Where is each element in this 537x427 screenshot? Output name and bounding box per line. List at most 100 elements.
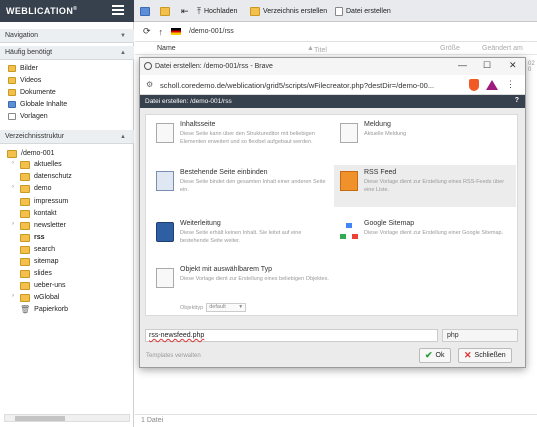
create-file-button[interactable]: Datei erstellen	[335, 4, 391, 18]
tree-item-newsletter[interactable]: newsletter	[20, 220, 66, 231]
upload-button[interactable]: ⤒ Hochladen	[197, 4, 237, 18]
tree-item-search[interactable]: search	[20, 244, 55, 255]
browser-menu-icon[interactable]: ⋮	[506, 79, 515, 90]
manage-templates-link[interactable]: Templates verwalten	[146, 353, 201, 359]
refresh-icon[interactable]: ⟳	[143, 26, 151, 37]
chevron-down-icon: ▼	[120, 33, 126, 39]
address-bar[interactable]: ⚙ scholl.coredemo.de/weblication/grid5/s…	[140, 75, 525, 95]
template-meldung[interactable]: Meldung Aktuelle Meldung	[336, 119, 516, 159]
site-settings-icon[interactable]: ⚙	[146, 80, 153, 89]
tree-item-slides[interactable]: slides	[20, 268, 52, 279]
folder-icon	[20, 221, 30, 230]
close-icon: ✕	[464, 350, 472, 360]
check-icon: ✔	[425, 350, 433, 360]
sidebar-item-dokumente[interactable]: Dokumente	[8, 87, 56, 97]
ok-button[interactable]: ✔ Ok	[419, 348, 451, 363]
tree-item-wglobal[interactable]: wGlobal	[20, 292, 59, 303]
column-changed[interactable]: Geändert am	[482, 45, 523, 52]
template-weiterleitung[interactable]: Weiterleitung Diese Seite erhält keinen …	[152, 218, 332, 258]
list-cell-date: 02 0	[528, 61, 535, 73]
folder-icon	[20, 184, 30, 193]
tree-section-header[interactable]: Verzeichnisstruktur ▲	[0, 130, 134, 144]
brave-rewards-icon[interactable]	[486, 80, 498, 90]
expand-icon[interactable]: ›	[12, 293, 14, 299]
expand-icon[interactable]: ›	[12, 221, 14, 227]
folder-edit-button[interactable]	[160, 4, 170, 18]
folder-edit-icon	[160, 6, 170, 16]
objekttyp-select[interactable]: default ▼	[206, 303, 247, 312]
tree-item-rss[interactable]: rss	[20, 232, 45, 243]
column-name[interactable]: Name	[157, 45, 176, 52]
close-button[interactable]: ✕ Schließen	[458, 348, 512, 363]
template-google-sitemap[interactable]: Google Sitemap Diese Vorlage dient zur E…	[336, 218, 516, 258]
navigation-section-header[interactable]: Navigation ▼	[0, 29, 134, 43]
folder-icon	[20, 197, 30, 206]
tree-root[interactable]: /demo-001	[7, 148, 54, 159]
chevron-up-icon: ▲	[120, 134, 126, 140]
sidebar-item-globale-inhalte[interactable]: Globale Inhalte	[8, 99, 67, 109]
folder-settings-icon	[140, 6, 150, 16]
new-file-icon	[335, 6, 343, 16]
create-directory-button[interactable]: Verzeichnis erstellen	[250, 4, 327, 18]
expand-icon[interactable]: ›	[12, 160, 14, 166]
sidebar-item-bilder[interactable]: Bilder	[8, 63, 38, 73]
object-icon	[156, 268, 174, 288]
new-folder-icon	[250, 6, 260, 16]
tree-item-sitemap[interactable]: sitemap	[20, 256, 59, 267]
maximize-button[interactable]: ☐	[483, 60, 491, 71]
minimize-button[interactable]: —	[458, 60, 467, 70]
folder-settings-button[interactable]	[140, 4, 150, 18]
tree-item-demo[interactable]: demo	[20, 183, 52, 194]
sidebar-item-videos[interactable]: Videos	[8, 75, 41, 85]
template-list: Inhaltsseite Diese Seite kann über den S…	[145, 114, 518, 316]
folder-icon	[8, 76, 16, 84]
path-bar: ⟳ ↑ /demo-001/rss	[135, 22, 537, 42]
expand-icon[interactable]: ›	[12, 184, 14, 190]
sitemap-icon	[340, 222, 358, 242]
close-window-button[interactable]: ✕	[509, 60, 517, 71]
template-inhaltsseite[interactable]: Inhaltsseite Diese Seite kann über den S…	[152, 119, 332, 159]
sidebar-scrollbar[interactable]	[4, 414, 130, 422]
hamburger-menu-icon[interactable]	[112, 5, 124, 16]
globe-icon	[144, 62, 152, 70]
column-title[interactable]: ▲ Titel	[307, 45, 327, 54]
sidebar: Navigation ▼ Häufig benötigt ▲ Bilder Vide…	[0, 22, 134, 427]
tree-item-aktuelles[interactable]: aktuelles	[20, 159, 62, 170]
folder-icon	[20, 293, 30, 302]
url-text[interactable]: scholl.coredemo.de/weblication/grid5/scr…	[160, 81, 450, 90]
filename-input[interactable]: rss-newsfeed.php	[145, 329, 438, 342]
dialog-body: Inhaltsseite Diese Seite kann über den S…	[140, 108, 525, 367]
dialog-title: Datei erstellen: /demo-001/rss	[145, 98, 232, 105]
column-size[interactable]: Größe	[440, 45, 460, 52]
tree-item-ueber-uns[interactable]: ueber-uns	[20, 280, 66, 291]
tree-item-datenschutz[interactable]: datenschutz	[20, 171, 72, 182]
frequent-section-header[interactable]: Häufig benötigt ▲	[0, 46, 134, 60]
brand-logo[interactable]: WEBLICATION®	[6, 6, 77, 16]
template-rss-feed[interactable]: RSS Feed Diese Vorlage dient zur Erstell…	[334, 165, 516, 207]
tree-item-impressum[interactable]: impressum	[20, 196, 68, 207]
folder-open-icon	[7, 149, 17, 158]
folder-icon	[20, 281, 30, 290]
brand-area: WEBLICATION®	[0, 0, 134, 22]
tree-item-kontakt[interactable]: kontakt	[20, 208, 57, 219]
brave-shield-icon[interactable]	[469, 79, 479, 91]
tree-item-papierkorb[interactable]: 🗑 Papierkorb	[20, 304, 68, 315]
window-titlebar: Datei erstellen: /demo-001/rss - Brave —…	[140, 58, 525, 75]
folder-icon	[20, 172, 30, 181]
template-objekt[interactable]: Objekt mit auswählbarem Typ Diese Vorlag…	[152, 264, 332, 314]
arrow-up-icon[interactable]: ↑	[159, 27, 164, 37]
sidebar-item-vorlagen[interactable]: Vorlagen	[8, 111, 48, 121]
scrollbar-thumb[interactable]	[15, 416, 65, 421]
globe-icon	[8, 100, 16, 108]
column-header: Name ▲ Titel Größe Geändert am	[135, 43, 537, 55]
status-bar: 1 Datei	[135, 414, 537, 427]
current-path: /demo-001/rss	[189, 28, 234, 35]
upload-label: Hochladen	[203, 7, 238, 15]
create-file-window: Datei erstellen: /demo-001/rss - Brave —…	[139, 57, 526, 368]
dialog-header: Datei erstellen: /demo-001/rss ?	[140, 95, 525, 108]
german-flag-icon	[171, 28, 182, 35]
help-icon[interactable]: ?	[515, 97, 519, 104]
template-bestehende-seite[interactable]: Bestehende Seite einbinden Diese Seite b…	[152, 167, 332, 207]
navigate-button[interactable]: ⇤	[181, 4, 189, 18]
folder-icon	[20, 257, 30, 266]
